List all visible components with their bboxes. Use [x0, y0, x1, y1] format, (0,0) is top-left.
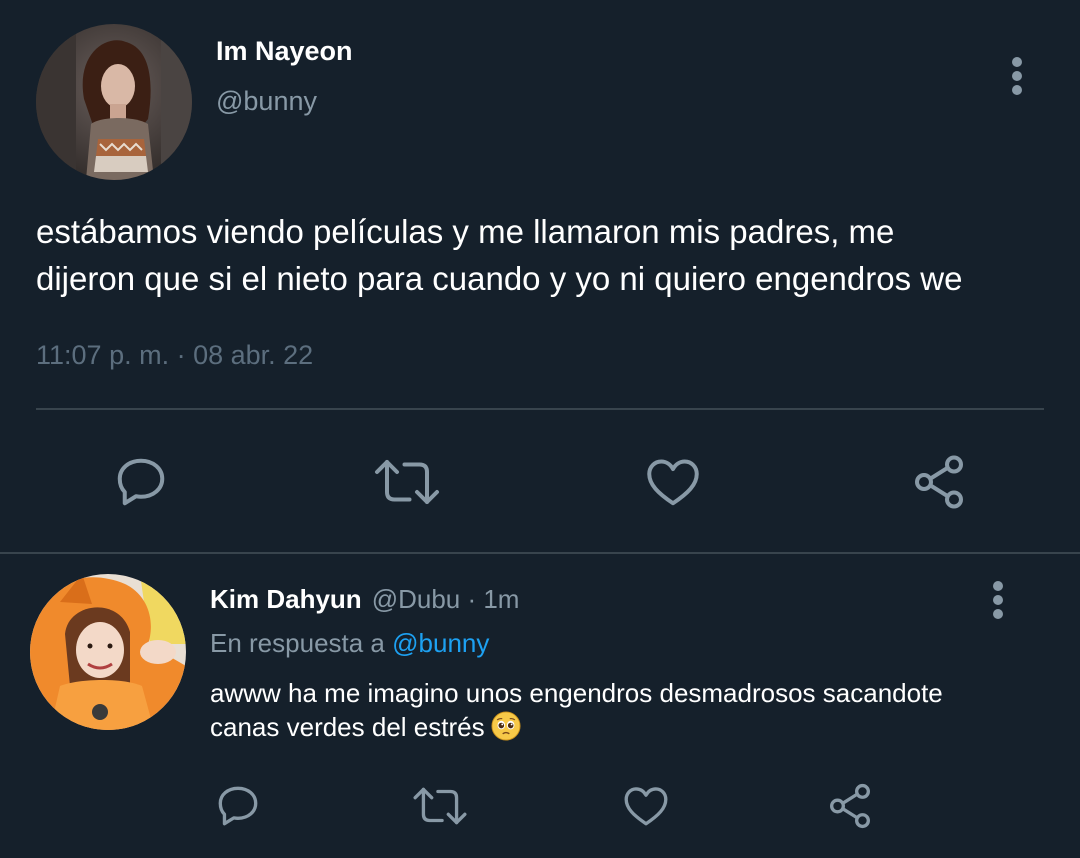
divider	[0, 552, 1080, 554]
retweet-icon	[413, 787, 467, 825]
reply-text: awww ha me imagino unos engendros desmad…	[210, 676, 1030, 744]
retweet-icon	[375, 460, 439, 504]
reply-icon	[218, 786, 258, 826]
in-reply-to: En respuesta a @bunny	[210, 628, 489, 659]
share-icon	[830, 783, 870, 829]
reply-icon	[117, 458, 165, 506]
author-handle[interactable]: @bunny	[216, 86, 317, 117]
in-reply-to-label: En respuesta a	[210, 628, 393, 658]
tweet-text-line: dijeron que si el nieto para cuando y yo…	[36, 260, 963, 297]
reply-text-line: canas verdes del estrés	[210, 712, 485, 742]
like-button[interactable]	[640, 450, 706, 514]
reply-author-name[interactable]: Kim Dahyun	[210, 584, 362, 614]
like-icon	[624, 787, 668, 826]
reply-author-avatar[interactable]	[30, 574, 186, 730]
reply-author-handle[interactable]: @Dubu · 1m	[372, 584, 520, 614]
reply-header: Kim Dahyun @Dubu · 1m	[210, 584, 519, 615]
share-icon	[915, 455, 963, 509]
retweet-button[interactable]	[370, 450, 444, 514]
share-button[interactable]	[906, 450, 972, 514]
reply-text-line: awww ha me imagino unos engendros desmad…	[210, 678, 943, 708]
more-options-icon[interactable]	[1011, 57, 1023, 99]
mention-link[interactable]: @bunny	[392, 628, 489, 658]
author-avatar[interactable]	[36, 24, 192, 180]
tweet-text: estábamos viendo películas y me llamaron…	[36, 208, 1046, 302]
tweet-text-line: estábamos viendo películas y me llamaron…	[36, 213, 895, 250]
reply-button[interactable]	[106, 450, 176, 514]
reply-more-options-icon[interactable]	[992, 581, 1004, 623]
divider	[36, 408, 1044, 410]
reply-retweet-button[interactable]	[408, 778, 472, 834]
tweet-timestamp[interactable]: 11:07 p. m. · 08 abr. 22	[36, 340, 313, 371]
like-icon	[647, 459, 699, 506]
author-name[interactable]: Im Nayeon	[216, 36, 353, 67]
reply-share-button[interactable]	[822, 778, 878, 834]
pleading-face-icon	[491, 711, 521, 741]
reply-reply-button[interactable]	[210, 778, 266, 834]
reply-like-button[interactable]	[618, 778, 674, 834]
reply-text-line-2: canas verdes del estrés	[210, 710, 1030, 744]
